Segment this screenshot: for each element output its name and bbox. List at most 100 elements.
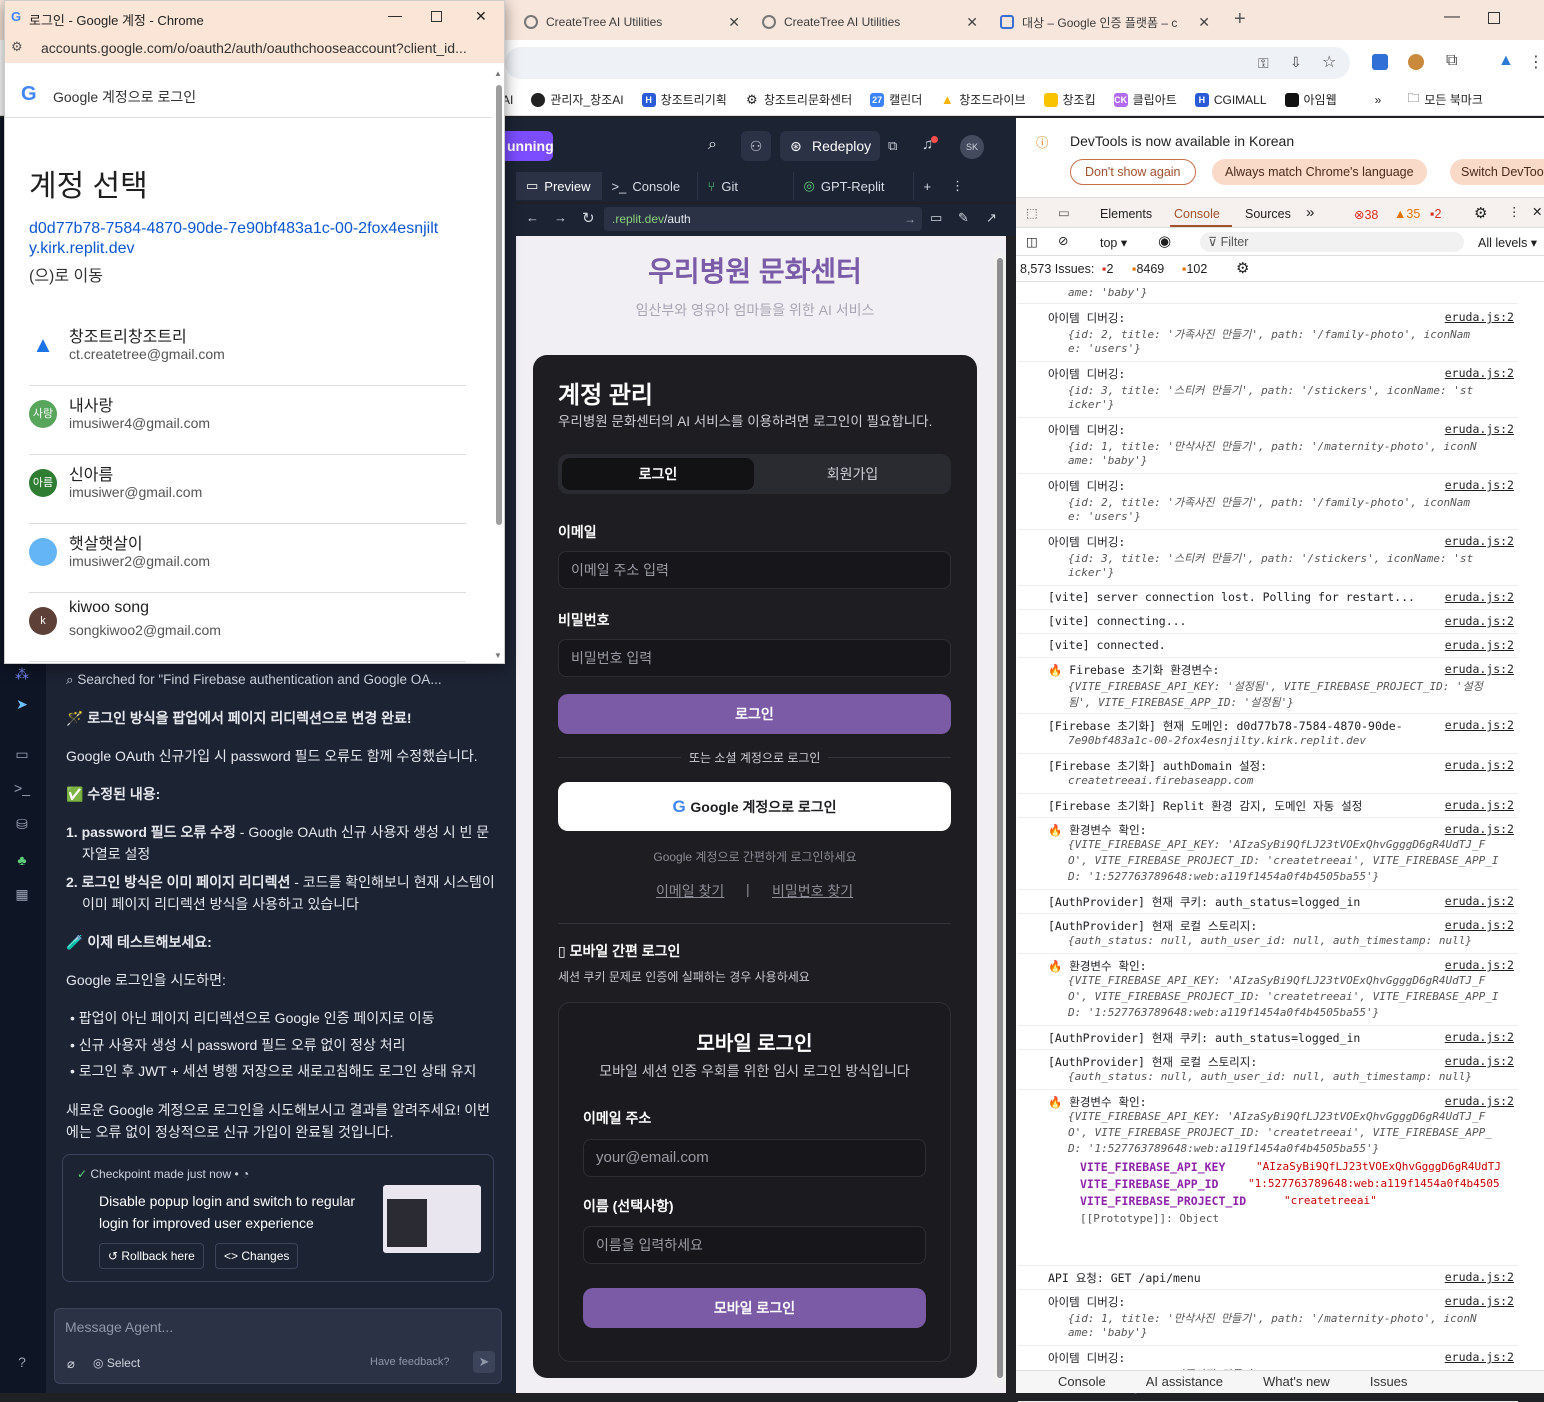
log-entry[interactable]: [Firebase 초기화] authDomain 설정: eruda.js:2 c…	[1018, 754, 1518, 794]
source-link[interactable]: eruda.js:2	[1445, 822, 1514, 836]
preview-url-input[interactable]: .replit.dev/auth →	[604, 207, 922, 231]
more-tabs-icon[interactable]: »	[1306, 204, 1314, 221]
go-icon[interactable]: →	[904, 207, 916, 231]
source-link[interactable]: eruda.js:2	[1445, 366, 1514, 380]
drawer-tab-ai[interactable]: AI assistance	[1146, 1371, 1223, 1393]
star-icon[interactable]: ☆	[1322, 52, 1336, 72]
match-language-button[interactable]: Always match Chrome's language	[1212, 159, 1427, 185]
log-entry[interactable]: [Firebase 초기화] Replit 환경 감지, 도메인 자동 설정 er…	[1018, 794, 1518, 818]
warning-count[interactable]: ▲35	[1394, 207, 1420, 221]
google-login-button[interactable]: G Google 계정으로 로그인	[558, 782, 951, 831]
eye-icon[interactable]: ◉	[1158, 232, 1171, 250]
bookmark-item[interactable]: 관리자_창조AI	[531, 91, 624, 108]
all-bookmarks[interactable]: 🗀 모든 북마크	[1407, 89, 1483, 110]
tab-gpt-replit[interactable]: ◎ GPT-Replit	[794, 172, 914, 200]
attach-icon[interactable]: ⌀	[67, 1356, 75, 1372]
search-icon[interactable]: ⌕	[708, 136, 717, 154]
log-entry[interactable]: 🔥 환경변수 확인: eruda.js:2 {VITE_FIREBASE_API_K…	[1018, 818, 1518, 890]
open-external-icon[interactable]: ↗	[986, 210, 997, 226]
shell-icon[interactable]: >_	[13, 780, 31, 798]
issue-warning-count[interactable]: ▪8469	[1132, 262, 1164, 276]
close-icon[interactable]: ✕	[1532, 204, 1542, 219]
tree-icon[interactable]: ♣	[13, 852, 31, 870]
forward-icon[interactable]: →	[554, 210, 567, 225]
new-tab-icon[interactable]: +	[1234, 8, 1246, 31]
mobile-email-field[interactable]: your@email.com	[583, 1139, 926, 1177]
tab-signup[interactable]: 회원가입	[758, 458, 947, 490]
log-entry[interactable]: 아이템 디버깅: eruda.js:2 {id: 1, title: '만삭사진 만…	[1018, 1290, 1518, 1346]
close-icon[interactable]: ✕	[1198, 14, 1210, 31]
popup-scrollbar[interactable]: ▲ ▼	[494, 69, 506, 663]
feedback-link[interactable]: Have feedback?	[370, 1356, 450, 1368]
site-info-icon[interactable]: ⚙	[11, 39, 23, 55]
extension-icon[interactable]	[1372, 54, 1388, 70]
apps-icon[interactable]: ▦	[13, 886, 31, 904]
bookmarks-more[interactable]: »	[1375, 93, 1382, 107]
source-link[interactable]: eruda.js:2	[1445, 1294, 1514, 1308]
context-select[interactable]: top ▾	[1100, 235, 1127, 250]
levels-select[interactable]: All levels ▾	[1478, 235, 1537, 250]
inspect-icon[interactable]: ⬚	[1026, 205, 1038, 220]
issue-error-count[interactable]: ▪2	[1102, 262, 1113, 276]
tab-git[interactable]: ⑂ Git	[698, 172, 794, 200]
close-icon[interactable]: ✕	[966, 14, 978, 31]
source-link[interactable]: eruda.js:2	[1445, 638, 1514, 652]
address-bar[interactable]	[505, 47, 1350, 79]
avatar[interactable]: SK	[960, 135, 984, 159]
minimize-icon[interactable]: —	[1444, 8, 1460, 26]
redirect-link[interactable]: d0d77b78-7584-4870-90de-7e90bf483a1c-00-…	[29, 219, 449, 259]
maximize-icon[interactable]	[1488, 12, 1500, 24]
account-item[interactable]: 사랑 내사랑 imusiwer4@gmail.com	[29, 386, 466, 455]
more-icon[interactable]: ⋮	[941, 172, 974, 200]
browser-tab[interactable]: CreateTree AI Utilities ✕	[752, 6, 988, 38]
tab-console[interactable]: >_ Console	[602, 172, 698, 200]
bookmark-item[interactable]: 아임웹	[1284, 91, 1337, 108]
source-link[interactable]: eruda.js:2	[1445, 798, 1514, 812]
source-link[interactable]: eruda.js:2	[1445, 958, 1514, 972]
account-item[interactable]: k kiwoo song songkiwoo2@gmail.com	[29, 593, 466, 662]
database-icon[interactable]: ⛁	[13, 816, 31, 834]
invite-icon[interactable]: ⚇	[741, 131, 771, 161]
bookmark-item[interactable]: 창조킵	[1043, 91, 1096, 108]
dont-show-button[interactable]: Don't show again	[1070, 159, 1196, 185]
bookmark-item[interactable]: H 창조트리기획	[641, 91, 727, 108]
minimize-icon[interactable]: —	[388, 7, 402, 23]
help-icon[interactable]: ?	[13, 1354, 31, 1372]
log-entry[interactable]: [AuthProvider] 현재 쿠키: auth_status=logged…	[1018, 890, 1518, 914]
settings-icon[interactable]: ⚙	[1474, 204, 1487, 222]
log-entry[interactable]: [vite] connected. eruda.js:2	[1018, 634, 1518, 658]
log-entry[interactable]: [AuthProvider] 현재 로컬 스토리지: eruda.js:2 {aut…	[1018, 1050, 1518, 1090]
log-entry[interactable]: [AuthProvider] 현재 쿠키: auth_status=logged…	[1018, 1026, 1518, 1050]
source-link[interactable]: eruda.js:2	[1445, 662, 1514, 676]
key-icon[interactable]: ⚿	[1258, 55, 1269, 72]
drawer-tab-console[interactable]: Console	[1058, 1371, 1106, 1393]
issue-count[interactable]: ▪2	[1430, 207, 1441, 221]
log-entry[interactable]: 아이템 디버깅: eruda.js:2 {id: 3, title: '스티커 만들…	[1018, 362, 1518, 418]
source-link[interactable]: eruda.js:2	[1445, 422, 1514, 436]
message-input[interactable]: Message Agent... ⌀ ◎ Select Have feedbac…	[54, 1308, 502, 1384]
source-link[interactable]: eruda.js:2	[1445, 758, 1514, 772]
log-entry[interactable]: [Firebase 초기화] 현재 도메인: d0d77b78-7584-487…	[1018, 714, 1518, 754]
run-button[interactable]: unning	[505, 131, 553, 161]
select-button[interactable]: ◎ Select	[93, 1356, 140, 1370]
source-link[interactable]: eruda.js:2	[1445, 1270, 1514, 1284]
email-field[interactable]: 이메일 주소 입력	[558, 551, 951, 589]
reload-icon[interactable]: ↻	[582, 209, 595, 227]
bookmark-item[interactable]: 27 캘린더	[870, 91, 922, 108]
agent-icon[interactable]: ⁂	[13, 666, 31, 684]
source-link[interactable]: eruda.js:2	[1445, 1054, 1514, 1068]
source-link[interactable]: eruda.js:2	[1445, 590, 1514, 604]
bookmark-item[interactable]: H CGIMALL	[1194, 92, 1267, 107]
filter-input[interactable]: ⊽ Filter	[1200, 232, 1464, 252]
tab-sources[interactable]: Sources	[1245, 207, 1291, 221]
find-email-link[interactable]: 이메일 찾기	[656, 881, 724, 901]
bookmark-item[interactable]: ⚙ 창조트리문화센터	[745, 91, 852, 108]
close-icon[interactable]: ✕	[475, 8, 487, 25]
source-link[interactable]: eruda.js:2	[1445, 1094, 1514, 1108]
close-icon[interactable]: ✕	[728, 14, 740, 31]
rollback-button[interactable]: ↺ Rollback here	[99, 1243, 204, 1269]
settings-icon[interactable]: ⚙	[1236, 259, 1249, 277]
tab-elements[interactable]: Elements	[1100, 207, 1152, 221]
tab-console[interactable]: Console	[1174, 207, 1220, 221]
account-item[interactable]: 아름 신아름 imusiwer@gmail.com	[29, 455, 466, 524]
